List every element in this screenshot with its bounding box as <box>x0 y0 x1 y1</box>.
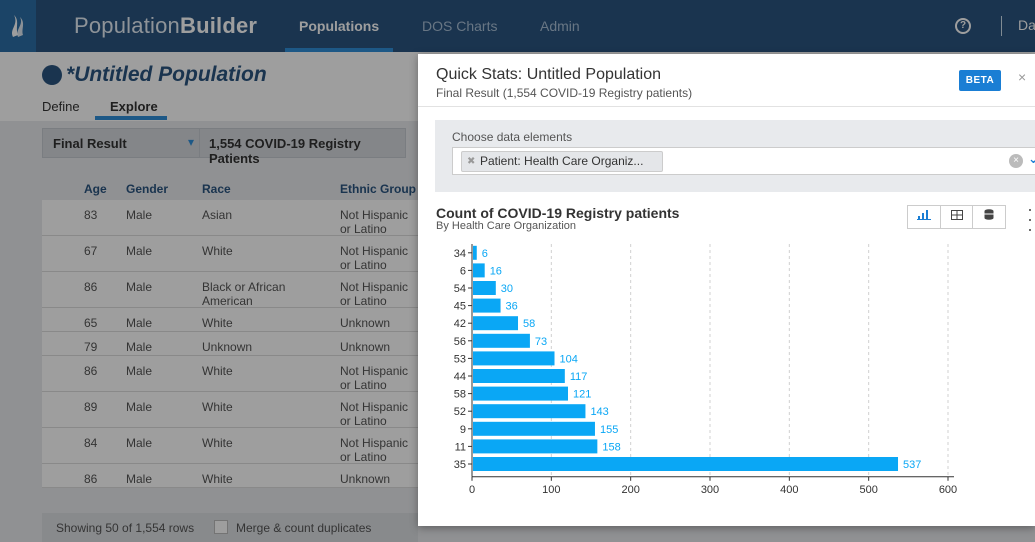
elements-label: Choose data elements <box>452 130 573 144</box>
table-view-icon[interactable] <box>941 206 974 228</box>
x-tick-label: 300 <box>701 484 719 496</box>
bar[interactable] <box>473 439 598 454</box>
data-elements-panel: Choose data elements ✖ Patient: Health C… <box>435 120 1035 192</box>
y-tick-label: 35 <box>454 459 466 471</box>
y-tick-label: 54 <box>454 283 466 295</box>
x-tick-label: 200 <box>621 484 639 496</box>
chart-view-toggle <box>907 205 1006 229</box>
bar-value-label: 155 <box>600 424 618 436</box>
bar-value-label: 30 <box>501 283 513 295</box>
bar[interactable] <box>473 333 530 348</box>
x-tick-label: 400 <box>780 484 798 496</box>
y-tick-label: 6 <box>460 265 466 277</box>
bar-chart: 34 66 1654 3045 3642 5856 7353 10444 11758 12152 1… <box>454 244 957 496</box>
x-tick-label: 0 <box>469 484 475 496</box>
bar[interactable] <box>473 263 485 278</box>
y-tick-label: 53 <box>454 353 466 365</box>
bar-value-label: 73 <box>535 336 547 348</box>
clear-icon[interactable]: × <box>1009 154 1023 168</box>
bar[interactable] <box>473 316 519 331</box>
x-tick-label: 100 <box>542 484 560 496</box>
y-tick-label: 34 <box>454 248 466 260</box>
bar-value-label: 16 <box>490 265 502 277</box>
bar-value-label: 58 <box>523 318 535 330</box>
bar[interactable] <box>473 351 555 366</box>
close-icon[interactable]: × <box>1018 69 1026 85</box>
bar[interactable] <box>473 298 501 313</box>
beta-badge: BETA <box>959 70 1001 91</box>
bar-value-label: 537 <box>903 459 921 471</box>
y-tick-label: 52 <box>454 406 466 418</box>
element-chip[interactable]: ✖ Patient: Health Care Organiz... <box>461 151 663 172</box>
chart-title: Count of COVID-19 Registry patients <box>436 205 680 221</box>
database-view-icon[interactable] <box>973 206 1005 228</box>
bar-value-label: 6 <box>482 248 488 260</box>
bar[interactable] <box>473 386 568 401</box>
y-tick-label: 11 <box>455 441 466 453</box>
data-elements-select[interactable]: ✖ Patient: Health Care Organiz... × ⌄ <box>452 147 1035 175</box>
x-tick-label: 600 <box>939 484 957 496</box>
bar-value-label: 104 <box>560 353 578 365</box>
bar-value-label: 36 <box>506 301 518 313</box>
quick-stats-modal: Quick Stats: Untitled Population Final R… <box>418 54 1035 526</box>
y-tick-label: 42 <box>454 318 466 330</box>
bar[interactable] <box>473 421 595 436</box>
chart-subtitle: By Health Care Organization <box>436 220 577 232</box>
bar-value-label: 117 <box>570 371 588 383</box>
bar[interactable] <box>473 245 477 260</box>
modal-subtitle: Final Result (1,554 COVID-19 Registry pa… <box>436 86 693 100</box>
bar[interactable] <box>473 457 899 471</box>
chip-remove-icon[interactable]: ✖ <box>467 152 475 171</box>
chevron-down-icon[interactable]: ⌄ <box>1028 151 1035 167</box>
y-tick-label: 58 <box>454 389 466 401</box>
bar-value-label: 158 <box>602 441 620 453</box>
bar[interactable] <box>473 369 565 383</box>
modal-title: Quick Stats: Untitled Population <box>436 66 662 83</box>
y-tick-label: 44 <box>454 371 466 383</box>
y-tick-label: 56 <box>454 336 466 348</box>
more-options-icon[interactable]: · · · <box>1025 200 1035 238</box>
y-tick-label: 45 <box>454 301 466 313</box>
bar[interactable] <box>473 281 496 295</box>
x-tick-label: 500 <box>859 484 877 496</box>
modal-divider <box>418 106 1035 107</box>
chip-label: Patient: Health Care Organiz... <box>480 154 644 168</box>
bar-chart-view-icon[interactable] <box>908 206 941 228</box>
bar[interactable] <box>473 404 586 419</box>
bar-value-label: 143 <box>590 406 608 418</box>
bar-value-label: 121 <box>573 389 591 401</box>
y-tick-label: 9 <box>460 424 466 436</box>
